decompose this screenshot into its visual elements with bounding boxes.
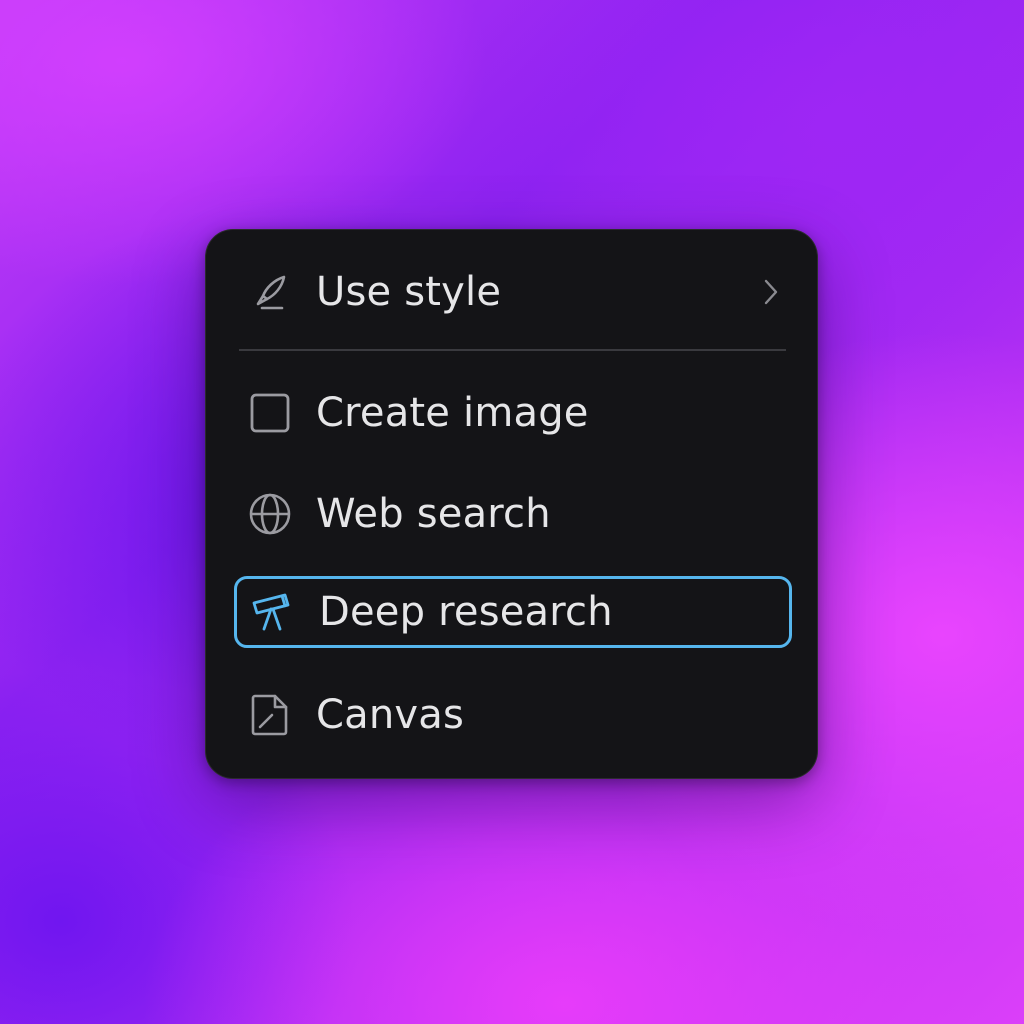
menu-item-canvas[interactable]: Canvas (234, 679, 792, 751)
menu-item-label: Use style (316, 269, 502, 315)
brush-icon (248, 270, 292, 314)
tools-menu: Use style Create image Web search Deep r… (205, 229, 818, 779)
menu-item-label: Canvas (316, 692, 465, 738)
menu-item-deep-research[interactable]: Deep research (234, 576, 792, 648)
globe-icon (248, 492, 292, 536)
menu-item-web-search[interactable]: Web search (234, 478, 792, 550)
menu-item-label: Create image (316, 390, 589, 436)
chevron-right-icon (764, 279, 778, 305)
menu-item-label: Web search (316, 491, 551, 537)
menu-item-use-style[interactable]: Use style (234, 256, 792, 328)
menu-item-label: Deep research (319, 589, 613, 635)
square-icon (248, 391, 292, 435)
menu-item-create-image[interactable]: Create image (234, 377, 792, 449)
telescope-icon (251, 590, 295, 634)
menu-divider (239, 349, 786, 351)
document-icon (248, 693, 292, 737)
